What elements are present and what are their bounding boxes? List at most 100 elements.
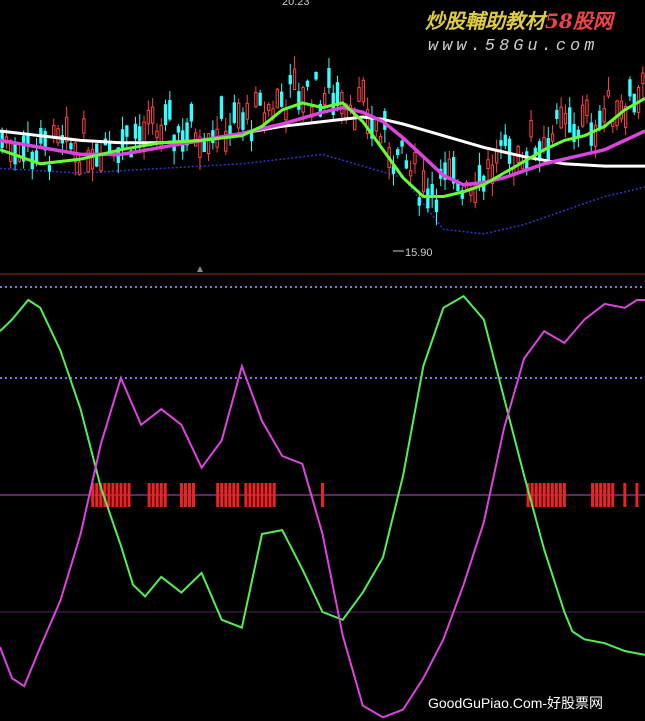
signal-tick (256, 483, 260, 507)
signal-tick (611, 483, 615, 507)
candle-body (593, 124, 598, 147)
candle-body (434, 199, 439, 212)
signal-tick (95, 483, 99, 507)
signal-tick (534, 483, 538, 507)
candle-body (421, 170, 426, 193)
signal-tick (224, 483, 228, 507)
candle (219, 95, 224, 122)
signal-tick (119, 483, 123, 507)
candle-body (288, 75, 292, 85)
candle-body (150, 106, 155, 124)
stock-chart: 20.23 15.90 炒股輔助教材58股网 www.58Gu.com Good… (0, 0, 645, 721)
candle-body (232, 102, 237, 123)
signal-tick (264, 483, 268, 507)
candle-body (279, 91, 284, 107)
candle-body (245, 102, 249, 120)
candle-body (486, 159, 490, 169)
candle-body (52, 125, 56, 138)
candle-body (176, 126, 181, 133)
signal-tick (272, 483, 276, 507)
candle (361, 77, 366, 107)
signal-tick (111, 483, 115, 507)
signal-tick (151, 483, 155, 507)
candle-body (241, 112, 245, 130)
signal-tick (155, 483, 159, 507)
candle-body (357, 87, 361, 102)
candle-body (413, 152, 417, 165)
low-price-label: 15.90 (405, 247, 433, 259)
signal-tick (147, 483, 151, 507)
candle-body (550, 133, 555, 142)
candle-body (568, 107, 572, 133)
candle-body (249, 132, 254, 142)
candle-body (503, 134, 507, 146)
candle-body (219, 96, 224, 119)
candle-body (598, 110, 602, 130)
signal-tick (127, 483, 131, 507)
candle-body (335, 82, 340, 107)
watermark-brand: 炒股輔助教材 (425, 9, 548, 33)
candle-body (297, 91, 301, 110)
watermark-footer: GoodGuPiao.Com-好股票网 (428, 695, 603, 711)
candle-body (606, 90, 611, 97)
candle-body (77, 161, 82, 175)
signal-tick (550, 483, 554, 507)
candle-body (146, 109, 151, 125)
candle-body (314, 71, 318, 80)
signal-tick (595, 483, 599, 507)
signal-tick (216, 483, 220, 507)
candle-body (82, 118, 86, 134)
candle-body (206, 133, 211, 155)
candle-body (619, 100, 624, 120)
signal-tick (538, 483, 542, 507)
signal-tick (123, 483, 127, 507)
candle-body (641, 72, 645, 85)
signal-tick (623, 483, 627, 507)
candle-body (602, 108, 606, 123)
signal-tick (232, 483, 236, 507)
signal-tick (115, 483, 119, 507)
signal-tick (183, 483, 187, 507)
candle-body (120, 129, 125, 151)
signal-tick (187, 483, 191, 507)
candle-body (69, 143, 73, 150)
candle-body (396, 149, 400, 156)
candle-body (133, 123, 138, 139)
signal-tick (546, 483, 550, 507)
candle-body (305, 80, 310, 87)
candle-body (378, 135, 383, 144)
candle-body (555, 109, 559, 120)
candle-body (507, 138, 512, 164)
candle-body (56, 128, 60, 144)
signal-tick (228, 483, 232, 507)
candle-body (138, 126, 142, 141)
signal-tick (252, 483, 256, 507)
candle-body (301, 87, 305, 113)
candle-body (361, 79, 366, 103)
signal-tick (321, 483, 324, 507)
signal-tick (260, 483, 264, 507)
signal-tick (599, 483, 603, 507)
signal-tick (163, 483, 167, 507)
candle-body (408, 170, 413, 177)
signal-tick (244, 483, 248, 507)
candle-body (327, 68, 331, 88)
candle-body (499, 140, 503, 146)
candle-body (477, 165, 482, 185)
high-price-label: 20.23 (282, 0, 310, 8)
candle-body (275, 88, 280, 109)
signal-tick (562, 483, 566, 507)
watermark-brand-accent: 58股网 (545, 9, 616, 33)
signal-tick (542, 483, 546, 507)
candle (86, 147, 90, 173)
signal-tick (236, 483, 240, 507)
signal-tick (554, 483, 558, 507)
candle-body (155, 130, 159, 138)
candle-body (163, 104, 168, 126)
candle-body (125, 125, 129, 137)
signal-tick (179, 483, 183, 507)
signal-tick (107, 483, 111, 507)
candle-body (580, 104, 585, 127)
signal-tick (607, 483, 611, 507)
signal-tick (248, 483, 252, 507)
